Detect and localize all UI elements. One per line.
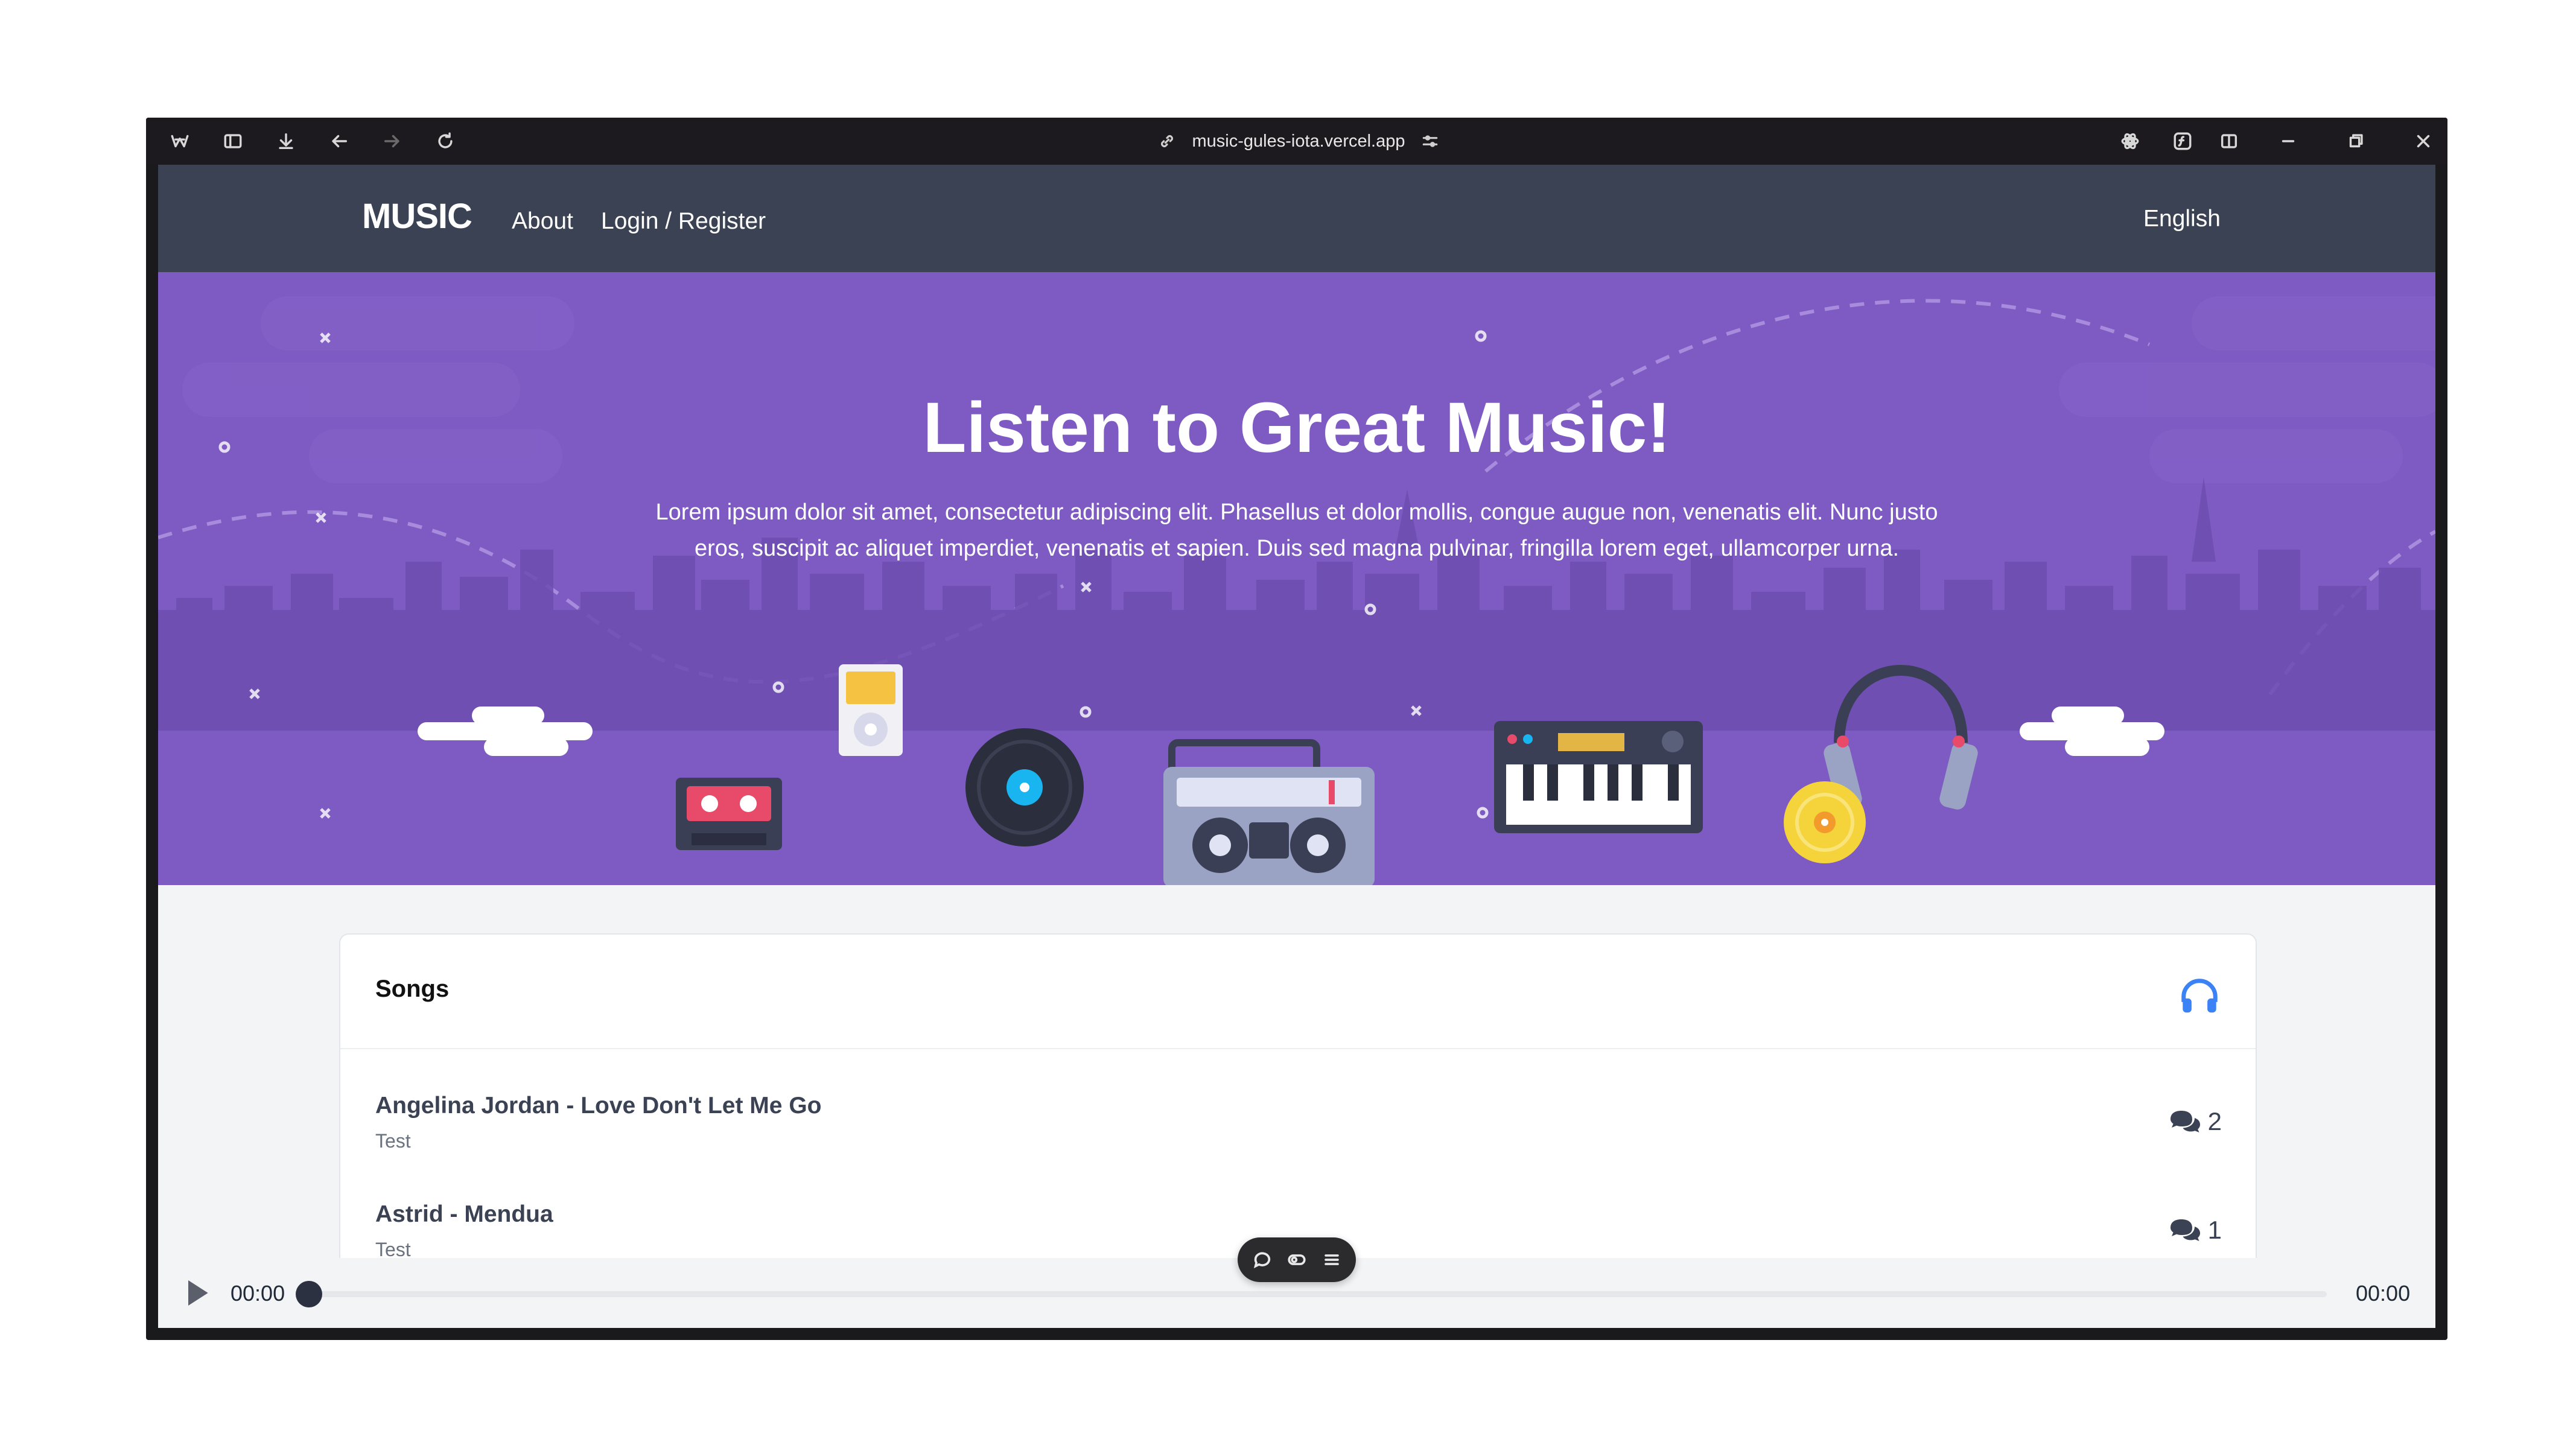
brand-logo[interactable]: MUSIC xyxy=(362,196,472,237)
extensions-icon[interactable] xyxy=(2118,129,2142,153)
split-view-icon[interactable] xyxy=(2217,129,2241,153)
browser-window: music-gules-iota.vercel.app MUSIC About … xyxy=(146,118,2447,1340)
songs-card-title: Songs xyxy=(375,976,450,1002)
song-comment-count: 2 xyxy=(2207,1107,2222,1135)
song-title[interactable]: Astrid - Mendua xyxy=(375,1201,553,1228)
hero-banner: Listen to Great Music! Lorem ipsum dolor… xyxy=(158,272,2435,885)
progress-knob[interactable] xyxy=(296,1281,322,1307)
total-time: 00:00 xyxy=(2356,1281,2411,1306)
comments-icon xyxy=(2170,1111,2200,1132)
floating-toolbar xyxy=(1238,1237,1356,1282)
songs-card-header: Songs xyxy=(340,935,2256,1049)
forward-icon[interactable] xyxy=(380,129,404,153)
hero-title: Listen to Great Music! xyxy=(923,388,1671,468)
formula-icon[interactable] xyxy=(2171,129,2195,153)
chat-bubble-icon[interactable] xyxy=(1252,1250,1273,1270)
song-title[interactable]: Angelina Jordan - Love Don't Let Me Go xyxy=(375,1093,821,1119)
link-icon xyxy=(1160,135,1173,147)
song-comment-count: 1 xyxy=(2207,1216,2222,1244)
play-icon[interactable] xyxy=(180,1276,214,1310)
site-settings-icon[interactable] xyxy=(1420,132,1440,151)
download-icon[interactable] xyxy=(274,129,298,153)
minimize-icon[interactable] xyxy=(2276,129,2300,153)
current-time: 00:00 xyxy=(231,1281,285,1306)
song-comments: 2 xyxy=(2168,1107,2222,1136)
song-list-item[interactable]: Angelina Jordan - Love Don't Let Me Go T… xyxy=(375,1093,2222,1183)
song-subtitle: Test xyxy=(375,1130,411,1152)
song-comments: 1 xyxy=(2168,1216,2222,1245)
url-text[interactable]: music-gules-iota.vercel.app xyxy=(1192,132,1405,151)
language-selector[interactable]: English xyxy=(2143,206,2221,232)
sidebar-toggle-icon[interactable] xyxy=(221,129,245,153)
back-icon[interactable] xyxy=(327,129,351,153)
address-bar[interactable]: music-gules-iota.vercel.app xyxy=(1118,127,1480,155)
reload-icon[interactable] xyxy=(433,129,457,153)
hero-description: Lorem ipsum dolor sit amet, consectetur … xyxy=(655,500,1938,561)
progress-track[interactable] xyxy=(309,1291,2327,1297)
browser-titlebar: music-gules-iota.vercel.app xyxy=(146,118,2447,165)
browser-logo-icon[interactable] xyxy=(168,129,192,153)
restore-icon[interactable] xyxy=(2344,129,2368,153)
menu-icon[interactable] xyxy=(1321,1250,1342,1270)
nav-login-register-link[interactable]: Login / Register xyxy=(601,208,766,235)
comments-icon xyxy=(2170,1219,2200,1241)
toggle-icon[interactable] xyxy=(1286,1250,1307,1270)
close-icon[interactable] xyxy=(2411,129,2435,153)
hero-illustration xyxy=(158,296,2435,885)
nav-about-link[interactable]: About xyxy=(512,208,573,235)
headphones-icon xyxy=(2181,979,2218,1013)
page-viewport: MUSIC About Login / Register English Lis… xyxy=(158,165,2435,1328)
site-navbar: MUSIC About Login / Register English xyxy=(158,165,2435,272)
